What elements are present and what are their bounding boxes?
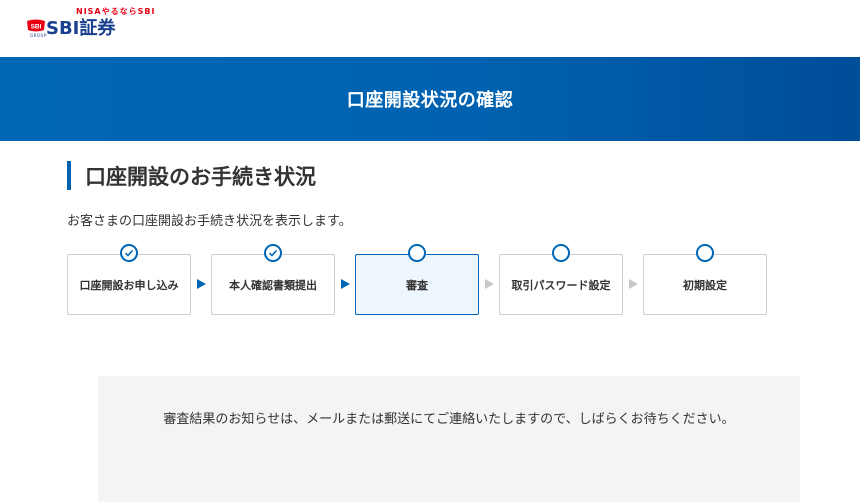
notice-box: 審査結果のお知らせは、メールまたは郵送にてご連絡いたしますので、しばらくお待ちく… xyxy=(98,376,800,502)
arrow-right-icon xyxy=(485,279,494,289)
arrow-right-icon xyxy=(197,279,206,289)
arrow-right-icon xyxy=(341,279,350,289)
section-heading: 口座開設のお手続き状況 xyxy=(67,161,316,190)
circle-icon xyxy=(552,244,570,262)
step-label: 口座開設お申し込み xyxy=(79,278,179,292)
notice-text: 審査結果のお知らせは、メールまたは郵送にてご連絡いたしますので、しばらくお待ちく… xyxy=(163,412,735,427)
site-header: NISAやるならSBI SBI SBI証券 GROUP xyxy=(0,0,860,57)
sbi-logo[interactable]: NISAやるならSBI SBI SBI証券 GROUP xyxy=(26,6,154,40)
step-label: 本人確認書類提出 xyxy=(229,278,317,292)
step-application: 口座開設お申し込み xyxy=(67,254,191,315)
section-heading-text: 口座開設のお手続き状況 xyxy=(85,164,316,189)
section-description: お客さまの口座開設お手続き状況を表示します。 xyxy=(67,214,352,229)
step-id-document: 本人確認書類提出 xyxy=(211,254,335,315)
step-label: 取引パスワード設定 xyxy=(511,278,611,292)
step-label: 審査 xyxy=(406,278,428,292)
logo-badge-text: SBI xyxy=(31,24,42,31)
logo-text: SBI証券 xyxy=(46,18,116,39)
arrow-right-icon xyxy=(629,279,638,289)
circle-icon xyxy=(696,244,714,262)
step-initial-setup: 初期設定 xyxy=(643,254,767,315)
step-trading-password: 取引パスワード設定 xyxy=(499,254,623,315)
check-circle-icon xyxy=(120,244,138,262)
check-circle-icon xyxy=(264,244,282,262)
circle-icon xyxy=(408,244,426,262)
step-review: 審査 xyxy=(355,254,479,315)
page-title: 口座開設状況の確認 xyxy=(346,90,514,111)
step-label: 初期設定 xyxy=(683,278,727,292)
sbi-badge-icon: SBI xyxy=(27,19,45,32)
page-banner: 口座開設状況の確認 xyxy=(0,57,860,141)
logo-group-label: GROUP xyxy=(30,33,47,38)
